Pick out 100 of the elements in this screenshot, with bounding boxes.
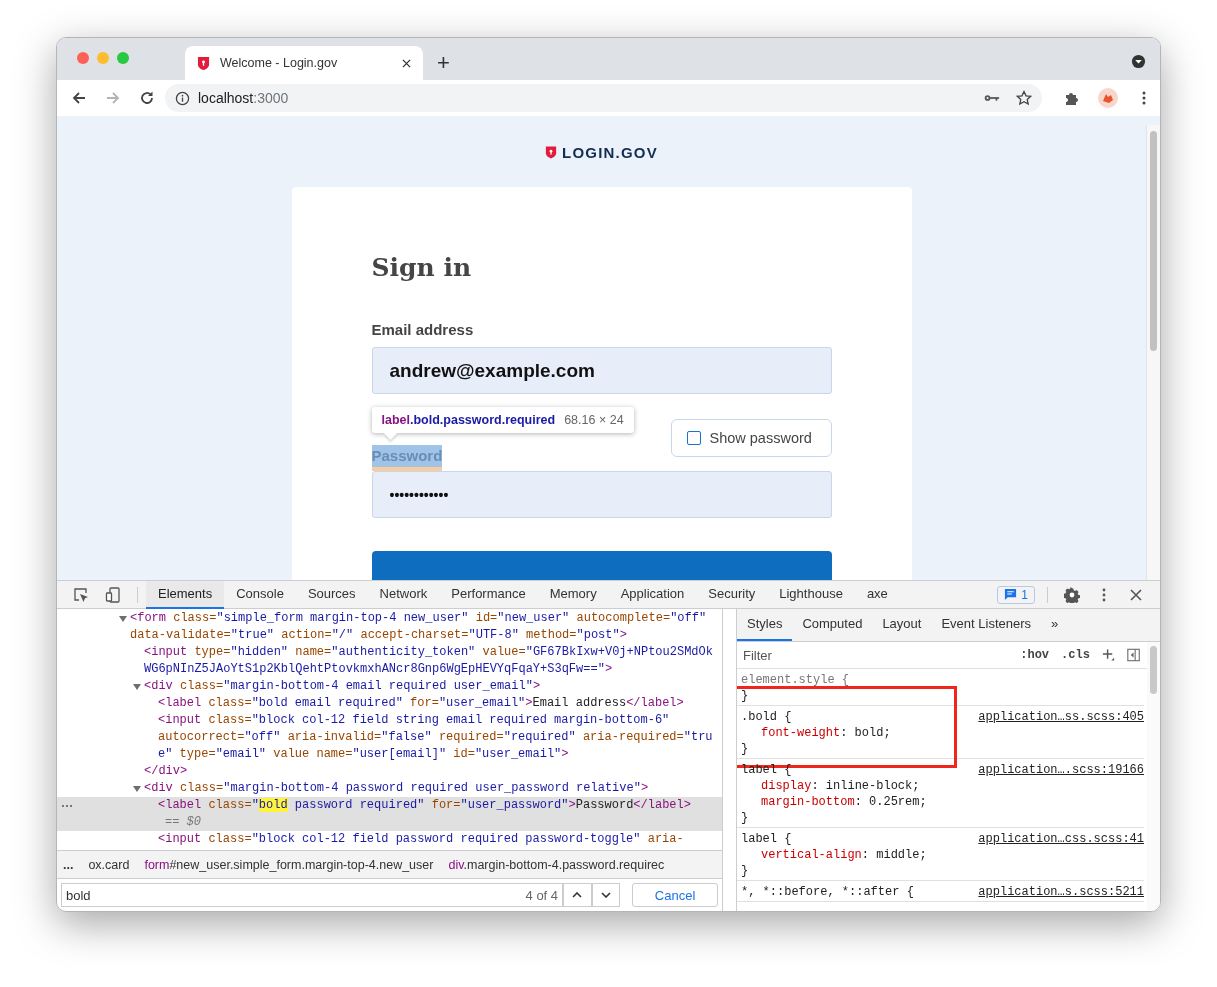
tab-title: Welcome - Login.gov xyxy=(220,56,339,70)
css-declaration: vertical-align: middle; xyxy=(760,847,928,863)
puzzle-icon[interactable] xyxy=(1064,90,1080,106)
html-line: <form class="simple_form margin-top-4 new_user" id="new_user" autocomplete="off" data-validate="true" action="/" accept-charset="UTF-8" method="post"> xyxy=(130,611,708,642)
new-tab-button[interactable]: + xyxy=(423,52,464,80)
expand-arrow-icon[interactable] xyxy=(133,683,141,691)
dom-row[interactable]: <div class="margin-bottom-4 password required user_password relative"> xyxy=(57,780,722,797)
cancel-button[interactable]: Cancel xyxy=(632,883,718,907)
scrollbar[interactable] xyxy=(1146,125,1160,580)
devtools-tab[interactable]: Security xyxy=(696,580,768,609)
dom-row[interactable]: <input class="block col-12 field password required password-toggle" aria- xyxy=(57,831,722,848)
expand-arrow-icon[interactable] xyxy=(133,785,141,793)
selected-marker: == $0 xyxy=(165,814,201,831)
styles-tab[interactable]: Layout xyxy=(872,609,932,641)
chevron-down-icon xyxy=(600,892,611,898)
devtools-tab[interactable]: Lighthouse xyxy=(767,580,855,609)
star-icon[interactable] xyxy=(1016,90,1032,106)
source-link[interactable]: application…s.scss:5211 xyxy=(978,884,1144,900)
reload-icon[interactable] xyxy=(139,90,155,106)
next-match-button[interactable] xyxy=(591,883,621,907)
selector-text: label.bold.password.required xyxy=(381,413,556,427)
class-button[interactable]: .cls xyxy=(1061,648,1090,662)
css-declaration: font-weight: bold; xyxy=(760,725,892,741)
html-line: <div class="margin-bottom-4 password required user_password relative"> xyxy=(144,781,649,795)
css-declaration: margin-bottom: 0.25rem; xyxy=(760,794,928,810)
field-label: Email address xyxy=(371,321,474,339)
devtools-tab[interactable]: Sources xyxy=(295,580,368,609)
source-link[interactable]: application….scss:19166 xyxy=(978,762,1144,778)
devtools-tab[interactable]: Elements xyxy=(146,580,225,609)
dom-row[interactable]: <label class="bold password required" for="user_password">Password</label> == $0 xyxy=(57,797,722,831)
checkbox[interactable] xyxy=(686,431,701,445)
styles-tab[interactable]: Styles xyxy=(737,609,793,641)
devtools-tab[interactable]: Application xyxy=(608,580,697,609)
page-heading: Sign in xyxy=(371,252,472,284)
close-icon[interactable] xyxy=(402,58,411,68)
devtools-tab[interactable]: Memory xyxy=(537,580,609,609)
dropdown-icon[interactable] xyxy=(1131,54,1146,69)
styles-tab[interactable]: Event Listeners xyxy=(931,609,1042,641)
shield-icon xyxy=(197,55,210,71)
expand-arrow-icon[interactable] xyxy=(119,615,127,623)
breadcrumb[interactable]: div.margin-bottom-4.password.requirec xyxy=(448,857,665,872)
closing-brace: } xyxy=(741,863,750,879)
css-selector: element.style { xyxy=(741,672,850,688)
html-line: <input class="block col-12 field password required password-toggle" aria- xyxy=(158,832,684,846)
info-icon[interactable] xyxy=(175,90,190,106)
html-line: </div> xyxy=(144,764,188,778)
email-field[interactable]: andrew@example.com xyxy=(371,347,832,394)
breadcrumb[interactable]: ox.card xyxy=(88,857,130,872)
devtools-tab[interactable]: axe xyxy=(854,580,900,609)
dom-row[interactable]: <input type="hidden" name="authenticity_token" value="GF67BkIxw+V0j+NPtou2SMdOkWG6pNInZ5JAoYtS1p2KblQehtPtovkmxhANcr8Gnp6WgEpHEVYqFqaY+S3qFw=="> xyxy=(57,644,722,678)
close-icon[interactable] xyxy=(1128,586,1144,603)
inspect-icon[interactable] xyxy=(73,586,89,603)
css-declaration: display: inline-block; xyxy=(760,778,921,794)
show-password-button[interactable]: Show password xyxy=(670,419,832,457)
address-bar[interactable]: localhost:3000 xyxy=(165,84,1042,112)
source-link[interactable]: application…css.scss:41 xyxy=(978,831,1144,847)
devtools-tab[interactable]: Performance xyxy=(439,580,538,609)
devtools-tab[interactable]: Console xyxy=(224,580,296,609)
dom-row[interactable]: </div> xyxy=(57,763,722,780)
breadcrumb-more-button[interactable]: ... xyxy=(63,857,74,872)
avatar-icon[interactable] xyxy=(1098,88,1118,108)
previous-match-button[interactable] xyxy=(563,883,592,907)
devtools-tab[interactable]: Network xyxy=(367,580,440,609)
dom-row[interactable]: <label class="bold email required" for="user_email">Email address</label> xyxy=(57,695,722,712)
match-count: 4 of 4 xyxy=(525,887,559,903)
html-line: <label class="bold email required" for="user_email">Email address</label> xyxy=(158,696,684,710)
issues-badge[interactable]: 1 xyxy=(997,585,1035,604)
issues-count: 1 xyxy=(1021,587,1028,602)
dom-row[interactable]: <form class="simple_form margin-top-4 new_user" id="new_user" autocomplete="off" data-validate="true" action="/" accept-charset="UTF-8" method="post"> xyxy=(57,610,722,644)
plus-icon[interactable] xyxy=(1101,648,1115,662)
more-tabs-button[interactable]: » xyxy=(1041,609,1069,641)
html-line: <label class="bold password required" for="user_password">Password</label> xyxy=(158,798,691,812)
password-field[interactable]: •••••••••••• xyxy=(371,471,832,518)
closing-brace: } xyxy=(741,810,750,826)
message-icon xyxy=(1004,588,1018,601)
more-icon[interactable] xyxy=(61,804,73,808)
shield-icon xyxy=(545,145,558,160)
html-line: <input class="block col-12 field string email required margin-bottom-6" autocorrect="off" aria-invalid="false" required="required" aria-required="true" type="email" value name="user[email]" id="user_email"> xyxy=(158,713,713,761)
back-icon[interactable] xyxy=(71,90,87,106)
url-text: localhost:3000 xyxy=(198,90,289,106)
logo-text: LOGIN.GOV xyxy=(562,144,658,161)
html-line: <div class="margin-bottom-4 email required user_email"> xyxy=(144,679,541,693)
css-selector: *, *::before, *::after { xyxy=(741,884,914,900)
sidebar-toggle-icon[interactable] xyxy=(1126,648,1140,662)
chevron-up-icon xyxy=(572,892,583,898)
closing-brace: } xyxy=(741,688,750,704)
hover-state-button[interactable]: :hov xyxy=(1020,648,1050,662)
styles-tab[interactable]: Computed xyxy=(792,609,873,641)
html-line: <input type="hidden" name="authenticity_token" value="GF67BkIxw+V0j+NPtou2SMdOkWG6pNInZ5JAoYtS1p2KblQehtPtovkmxhANcr8Gnp6WgEpHEVYqFqaY+S3qFw=="> xyxy=(144,645,713,676)
search-text: bold xyxy=(66,887,91,903)
browser-tab[interactable]: Welcome - Login.gov xyxy=(185,46,423,80)
closing-brace: } xyxy=(741,741,750,757)
device-icon[interactable] xyxy=(105,586,121,603)
breadcrumb[interactable]: form#new_user.simple_form.margin-top-4.new_user xyxy=(144,857,434,872)
css-selector: .bold { xyxy=(741,709,792,725)
scrollbar[interactable] xyxy=(1147,642,1160,911)
source-link[interactable]: application…ss.scss:405 xyxy=(978,709,1144,725)
search-field[interactable]: bold 4 of 4 xyxy=(61,883,564,907)
dom-row[interactable]: <div class="margin-bottom-4 email required user_email"> xyxy=(57,678,722,695)
settings-icon[interactable] xyxy=(1064,586,1080,603)
